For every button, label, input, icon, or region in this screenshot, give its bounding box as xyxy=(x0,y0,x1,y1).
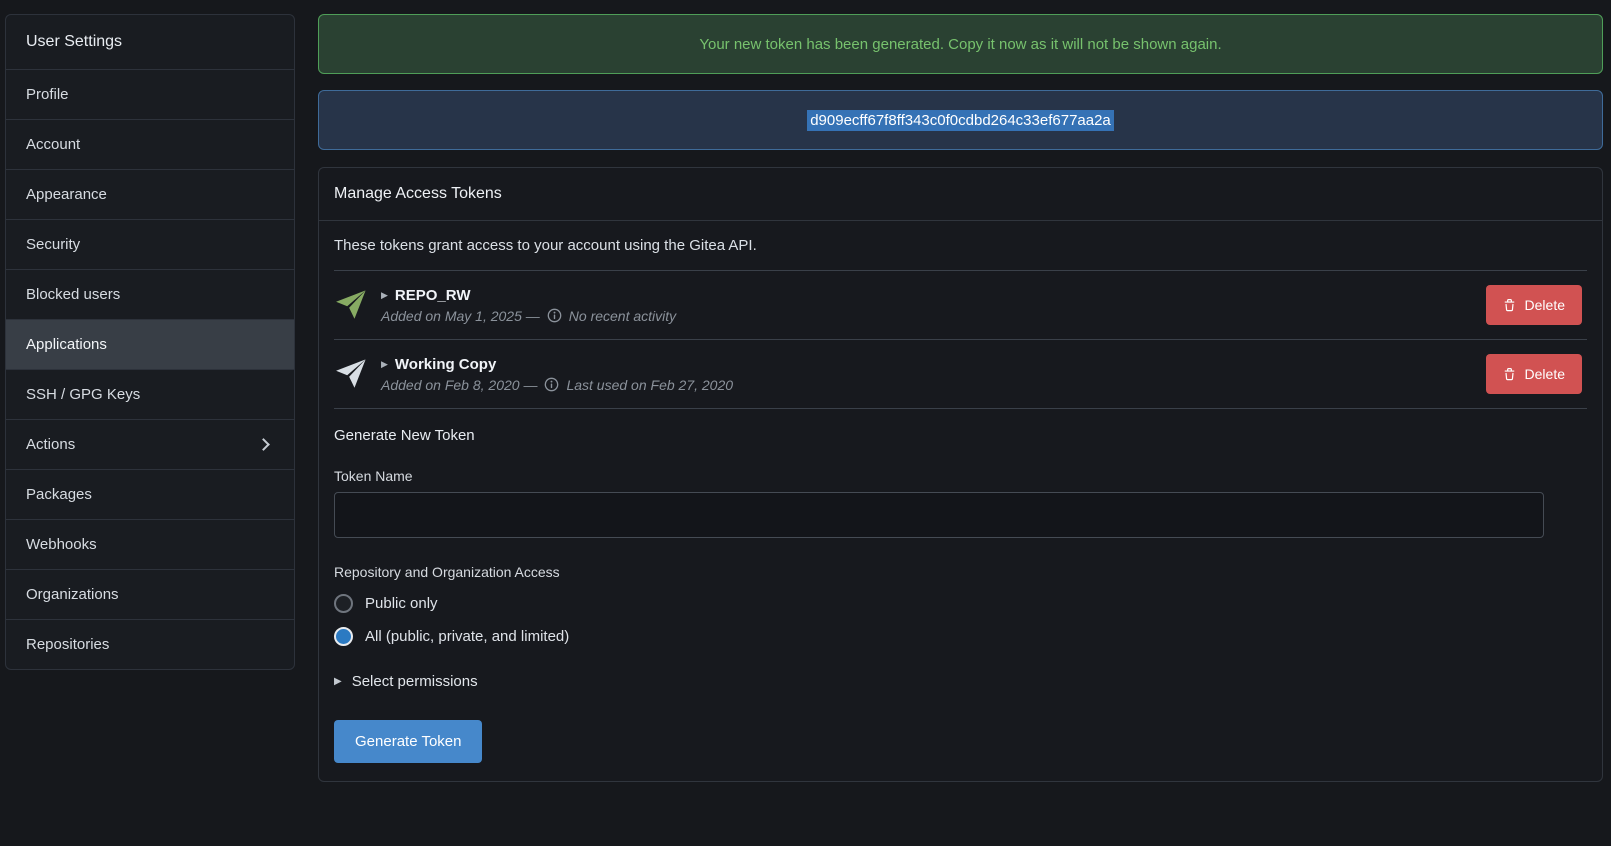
panel-description: These tokens grant access to your accoun… xyxy=(319,221,1602,270)
select-permissions-toggle[interactable]: ▶ Select permissions xyxy=(334,673,1587,690)
radio-label: All (public, private, and limited) xyxy=(365,628,569,645)
page: User Settings Profile Account Appearance… xyxy=(0,0,1611,782)
generate-token-button[interactable]: Generate Token xyxy=(334,720,482,763)
sidebar-item-account[interactable]: Account xyxy=(6,120,294,170)
token-name: Working Copy xyxy=(395,356,496,373)
token-name: REPO_RW xyxy=(395,287,471,304)
repo-org-access-label: Repository and Organization Access xyxy=(334,564,1587,580)
token-info: ▶ Working Copy Added on Feb 8, 2020 — La… xyxy=(381,356,1472,393)
sidebar-item-packages[interactable]: Packages xyxy=(6,470,294,520)
chevron-right-icon xyxy=(257,438,270,451)
sidebar-item-actions[interactable]: Actions xyxy=(6,420,294,470)
token-expand-toggle[interactable]: ▶ Working Copy xyxy=(381,356,1472,373)
token-value-selected[interactable]: d909ecff67f8ff343c0f0cdbd264c33ef677aa2a xyxy=(807,110,1114,131)
trash-icon xyxy=(1503,298,1516,313)
token-meta: Added on May 1, 2025 — No recent activit… xyxy=(381,308,1472,324)
radio-public-only[interactable]: Public only xyxy=(334,594,1587,613)
sidebar-item-ssh-gpg-keys[interactable]: SSH / GPG Keys xyxy=(6,370,294,420)
sidebar-item-label: Organizations xyxy=(26,586,119,603)
sidebar-item-label: SSH / GPG Keys xyxy=(26,386,140,403)
paper-plane-icon xyxy=(334,289,367,322)
sidebar-item-repositories[interactable]: Repositories xyxy=(6,620,294,669)
sidebar-item-organizations[interactable]: Organizations xyxy=(6,570,294,620)
info-icon xyxy=(544,377,559,392)
token-meta: Added on Feb 8, 2020 — Last used on Feb … xyxy=(381,377,1472,393)
sidebar-item-label: Packages xyxy=(26,486,92,503)
token-activity: Last used on Feb 27, 2020 xyxy=(566,377,733,393)
radio-label: Public only xyxy=(365,595,438,612)
sidebar-item-appearance[interactable]: Appearance xyxy=(6,170,294,220)
token-info: ▶ REPO_RW Added on May 1, 2025 — No rece… xyxy=(381,287,1472,324)
sidebar-item-blocked-users[interactable]: Blocked users xyxy=(6,270,294,320)
trash-icon xyxy=(1503,367,1516,382)
token-added-date: Added on May 1, 2025 — xyxy=(381,308,540,324)
token-name-label: Token Name xyxy=(334,468,1587,484)
delete-token-button[interactable]: Delete xyxy=(1486,354,1582,394)
panel-title: Manage Access Tokens xyxy=(319,168,1602,221)
generate-token-section: Generate New Token Token Name Repository… xyxy=(319,409,1602,781)
token-row: ▶ Working Copy Added on Feb 8, 2020 — La… xyxy=(319,340,1602,408)
sidebar-item-label: Security xyxy=(26,236,80,253)
select-permissions-label: Select permissions xyxy=(352,673,478,690)
delete-button-label: Delete xyxy=(1525,366,1565,382)
sidebar-title: User Settings xyxy=(6,15,294,70)
sidebar-item-security[interactable]: Security xyxy=(6,220,294,270)
token-added-date: Added on Feb 8, 2020 — xyxy=(381,377,537,393)
main-content: Your new token has been generated. Copy … xyxy=(318,14,1603,782)
radio-selected-icon[interactable] xyxy=(334,627,353,646)
token-row: ▶ REPO_RW Added on May 1, 2025 — No rece… xyxy=(319,271,1602,339)
paper-plane-icon xyxy=(334,358,367,391)
sidebar-item-label: Profile xyxy=(26,86,69,103)
delete-button-label: Delete xyxy=(1525,297,1565,313)
sidebar-item-webhooks[interactable]: Webhooks xyxy=(6,520,294,570)
token-activity: No recent activity xyxy=(569,308,676,324)
caret-right-icon: ▶ xyxy=(334,676,342,687)
caret-right-icon: ▶ xyxy=(381,290,388,301)
sidebar-item-label: Blocked users xyxy=(26,286,120,303)
sidebar-item-label: Account xyxy=(26,136,80,153)
sidebar-item-label: Applications xyxy=(26,336,107,353)
radio-unselected-icon[interactable] xyxy=(334,594,353,613)
caret-right-icon: ▶ xyxy=(381,359,388,370)
manage-tokens-panel: Manage Access Tokens These tokens grant … xyxy=(318,167,1603,782)
flash-text: Your new token has been generated. Copy … xyxy=(699,36,1221,53)
radio-all-access[interactable]: All (public, private, and limited) xyxy=(334,627,1587,646)
sidebar-item-label: Webhooks xyxy=(26,536,97,553)
token-expand-toggle[interactable]: ▶ REPO_RW xyxy=(381,287,1472,304)
settings-sidebar: User Settings Profile Account Appearance… xyxy=(5,14,295,670)
info-icon xyxy=(547,308,562,323)
new-token-display: d909ecff67f8ff343c0f0cdbd264c33ef677aa2a xyxy=(318,90,1603,150)
sidebar-item-label: Repositories xyxy=(26,636,109,653)
sidebar-item-label: Appearance xyxy=(26,186,107,203)
success-flash-message: Your new token has been generated. Copy … xyxy=(318,14,1603,74)
generate-section-title: Generate New Token xyxy=(334,427,1587,444)
sidebar-item-profile[interactable]: Profile xyxy=(6,70,294,120)
sidebar-item-applications[interactable]: Applications xyxy=(6,320,294,370)
delete-token-button[interactable]: Delete xyxy=(1486,285,1582,325)
sidebar-item-label: Actions xyxy=(26,436,75,453)
token-name-input[interactable] xyxy=(334,492,1544,538)
